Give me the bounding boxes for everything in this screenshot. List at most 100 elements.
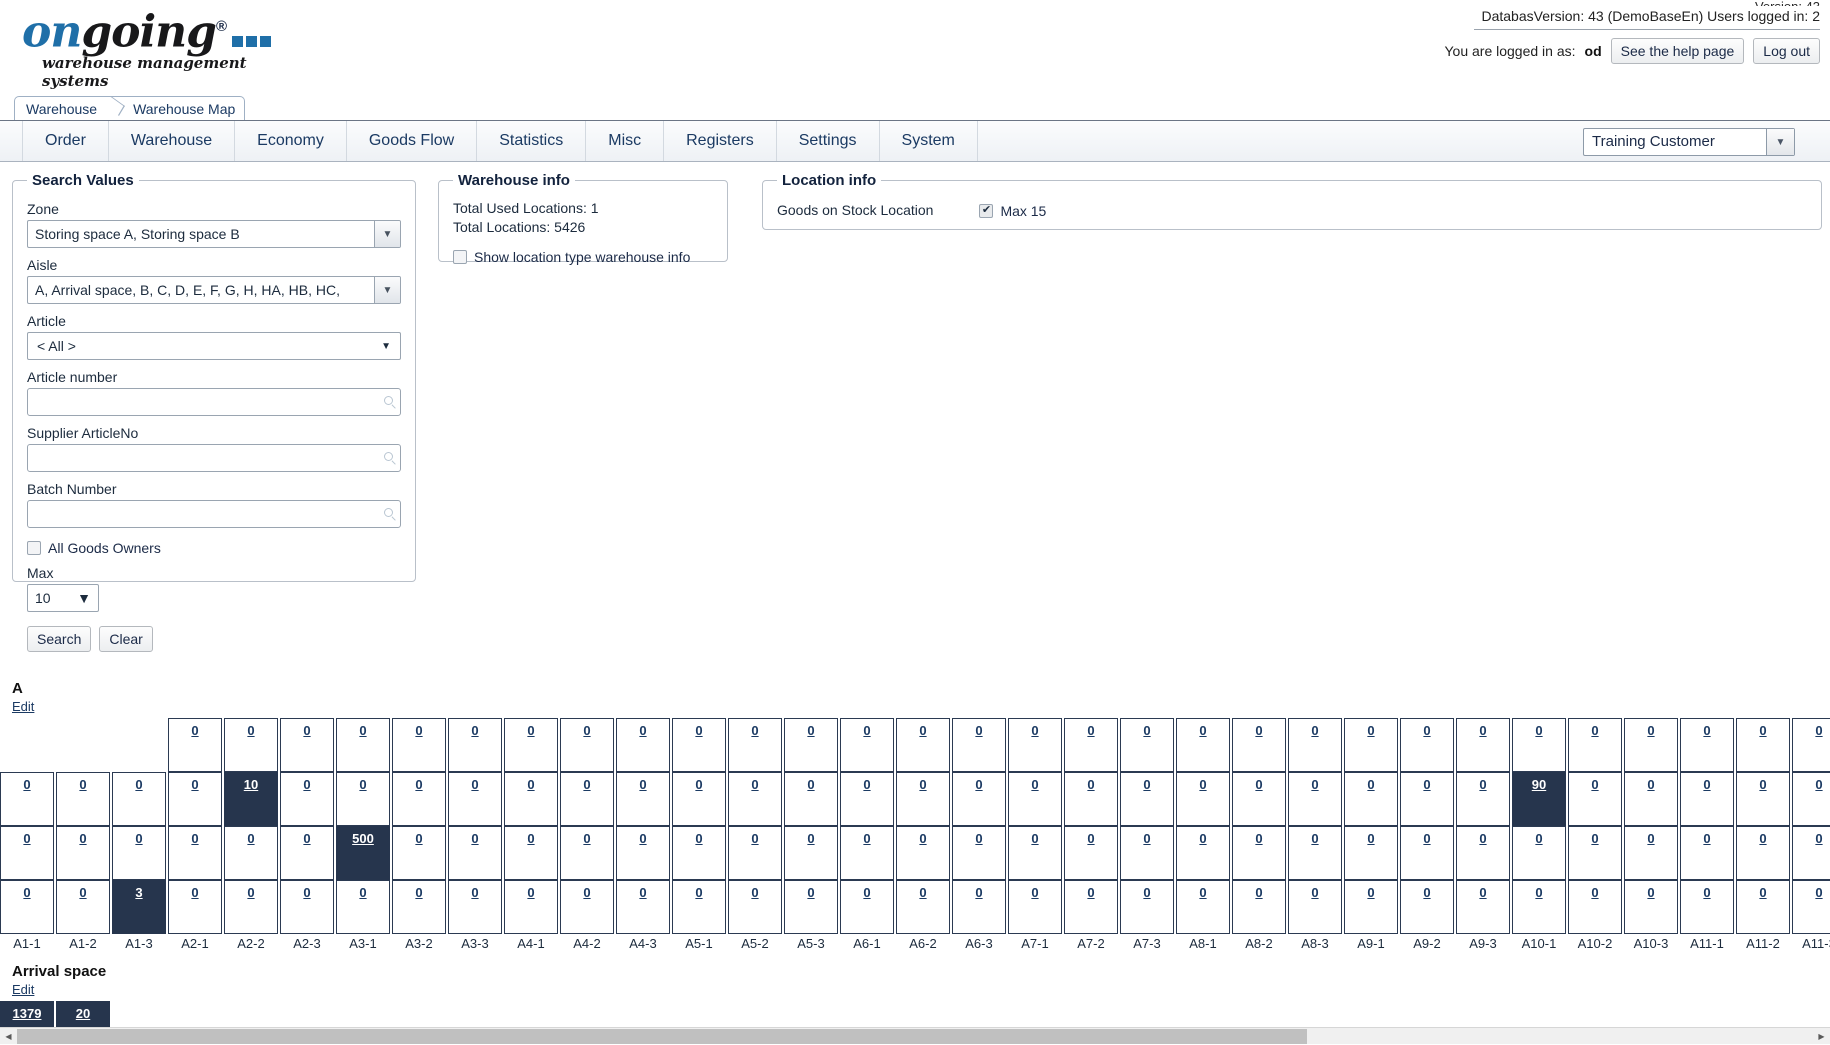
grid-cell-value[interactable]: 0 xyxy=(975,831,982,846)
grid-cell[interactable]: 0 xyxy=(1064,826,1118,880)
grid-cell-value[interactable]: 0 xyxy=(23,885,30,900)
grid-cell-value[interactable]: 0 xyxy=(807,723,814,738)
grid-cell[interactable]: 0 xyxy=(1232,826,1286,880)
nav-item-system[interactable]: System xyxy=(880,121,978,161)
grid-cell-value[interactable]: 0 xyxy=(1759,831,1766,846)
grid-cell[interactable]: 0 xyxy=(448,826,502,880)
grid-cell-value[interactable]: 0 xyxy=(1311,777,1318,792)
grid-cell[interactable]: 0 xyxy=(1736,772,1790,826)
grid-cell-value[interactable]: 0 xyxy=(1311,885,1318,900)
grid-cell-value[interactable]: 0 xyxy=(1535,831,1542,846)
grid-cell[interactable]: 0 xyxy=(560,718,614,772)
grid-cell-value[interactable]: 0 xyxy=(1311,831,1318,846)
grid-cell-value[interactable]: 0 xyxy=(527,831,534,846)
grid-cell-value[interactable]: 0 xyxy=(247,831,254,846)
grid-cell-value[interactable]: 0 xyxy=(135,831,142,846)
grid-cell-value[interactable]: 0 xyxy=(359,777,366,792)
grid-cell-value[interactable]: 0 xyxy=(1703,777,1710,792)
grid-cell-value[interactable]: 0 xyxy=(807,777,814,792)
grid-cell-value[interactable]: 0 xyxy=(1591,831,1598,846)
show-location-type-checkbox[interactable] xyxy=(453,250,467,264)
grid-cell[interactable]: 0 xyxy=(560,826,614,880)
grid-cell-value[interactable]: 0 xyxy=(751,885,758,900)
grid-cell-value[interactable]: 0 xyxy=(751,723,758,738)
grid-cell-value[interactable]: 0 xyxy=(1199,885,1206,900)
grid-cell-value[interactable]: 0 xyxy=(695,777,702,792)
grid-cell-value[interactable]: 0 xyxy=(1367,885,1374,900)
grid-cell-value[interactable]: 0 xyxy=(415,777,422,792)
grid-cell-value[interactable]: 0 xyxy=(415,885,422,900)
grid-cell-value[interactable]: 0 xyxy=(583,723,590,738)
grid-cell[interactable]: 0 xyxy=(840,826,894,880)
grid-cell-value[interactable]: 0 xyxy=(919,777,926,792)
grid-cell-value[interactable]: 0 xyxy=(303,831,310,846)
grid-cell[interactable]: 0 xyxy=(1232,772,1286,826)
grid-cell-value[interactable]: 0 xyxy=(1703,723,1710,738)
grid-cell[interactable]: 0 xyxy=(840,718,894,772)
grid-cell-value[interactable]: 0 xyxy=(639,723,646,738)
batch-number-input[interactable] xyxy=(28,501,400,527)
grid-cell-value[interactable]: 0 xyxy=(1591,885,1598,900)
grid-cell-value[interactable]: 0 xyxy=(79,831,86,846)
grid-cell[interactable]: 0 xyxy=(280,718,334,772)
grid-cell-value[interactable]: 0 xyxy=(247,723,254,738)
grid-cell[interactable]: 0 xyxy=(1288,718,1342,772)
grid-cell-value[interactable]: 0 xyxy=(1479,723,1486,738)
grid-cell[interactable]: 0 xyxy=(224,826,278,880)
grid-cell[interactable]: 0 xyxy=(728,826,782,880)
grid-cell[interactable]: 0 xyxy=(504,880,558,934)
grid-cell-value[interactable]: 0 xyxy=(471,777,478,792)
grid-cell-value[interactable]: 0 xyxy=(863,777,870,792)
grid-cell[interactable]: 0 xyxy=(0,772,54,826)
grid-cell-value[interactable]: 0 xyxy=(1759,723,1766,738)
grid-cell[interactable]: 0 xyxy=(1288,826,1342,880)
grid-cell-value[interactable]: 0 xyxy=(1199,777,1206,792)
grid-cell-value[interactable]: 0 xyxy=(471,885,478,900)
zone-select[interactable]: Storing space A, Storing space B ▼ xyxy=(27,220,401,248)
grid-cell[interactable]: 0 xyxy=(1176,826,1230,880)
grid-cell-value[interactable]: 0 xyxy=(1815,723,1822,738)
search-icon[interactable] xyxy=(384,452,393,461)
grid-cell[interactable]: 0 xyxy=(1400,718,1454,772)
grid-cell-value[interactable]: 0 xyxy=(191,777,198,792)
nav-item-economy[interactable]: Economy xyxy=(235,121,347,161)
grid-cell-value[interactable]: 0 xyxy=(1815,777,1822,792)
article-number-input[interactable] xyxy=(28,389,400,415)
nav-item-goods-flow[interactable]: Goods Flow xyxy=(347,121,477,161)
grid-cell-value[interactable]: 0 xyxy=(919,885,926,900)
grid-cell[interactable]: 0 xyxy=(1568,826,1622,880)
grid-cell-value[interactable]: 0 xyxy=(1143,723,1150,738)
grid-cell[interactable]: 0 xyxy=(504,826,558,880)
grid-cell-value[interactable]: 0 xyxy=(1087,777,1094,792)
grid-cell-occupied[interactable]: 500 xyxy=(336,826,390,880)
grid-cell-value[interactable]: 0 xyxy=(863,885,870,900)
grid-cell-occupied[interactable]: 10 xyxy=(224,772,278,826)
grid-cell-value[interactable]: 0 xyxy=(1759,777,1766,792)
search-icon[interactable] xyxy=(384,396,393,405)
grid-cell-value[interactable]: 0 xyxy=(751,831,758,846)
grid-cell-value[interactable]: 0 xyxy=(527,777,534,792)
grid-cell-value[interactable]: 0 xyxy=(191,723,198,738)
grid-cell[interactable]: 0 xyxy=(728,718,782,772)
grid-cell-value[interactable]: 0 xyxy=(191,831,198,846)
grid-cell[interactable]: 0 xyxy=(504,772,558,826)
grid-cell[interactable]: 0 xyxy=(168,718,222,772)
grid-cell[interactable]: 0 xyxy=(1792,826,1830,880)
chevron-down-icon[interactable]: ▼ xyxy=(77,590,91,606)
scroll-left-arrow-icon[interactable]: ◀ xyxy=(0,1028,17,1045)
grid-cell[interactable]: 0 xyxy=(952,880,1006,934)
grid-cell-value[interactable]: 0 xyxy=(1087,831,1094,846)
grid-cell-value[interactable]: 0 xyxy=(1479,885,1486,900)
grid-cell[interactable]: 0 xyxy=(1400,826,1454,880)
grid-cell[interactable]: 0 xyxy=(1176,880,1230,934)
article-select[interactable]: < All > ▼ xyxy=(27,332,401,360)
grid-cell[interactable]: 0 xyxy=(1288,880,1342,934)
grid-cell[interactable]: 0 xyxy=(784,772,838,826)
grid-cell[interactable]: 0 xyxy=(840,772,894,826)
grid-cell[interactable]: 0 xyxy=(1568,772,1622,826)
help-page-button[interactable]: See the help page xyxy=(1611,38,1745,64)
all-goods-owners-row[interactable]: All Goods Owners xyxy=(27,540,401,556)
grid-cell[interactable]: 0 xyxy=(1736,880,1790,934)
zone-edit-link[interactable]: Edit xyxy=(12,699,34,714)
nav-item-settings[interactable]: Settings xyxy=(777,121,880,161)
